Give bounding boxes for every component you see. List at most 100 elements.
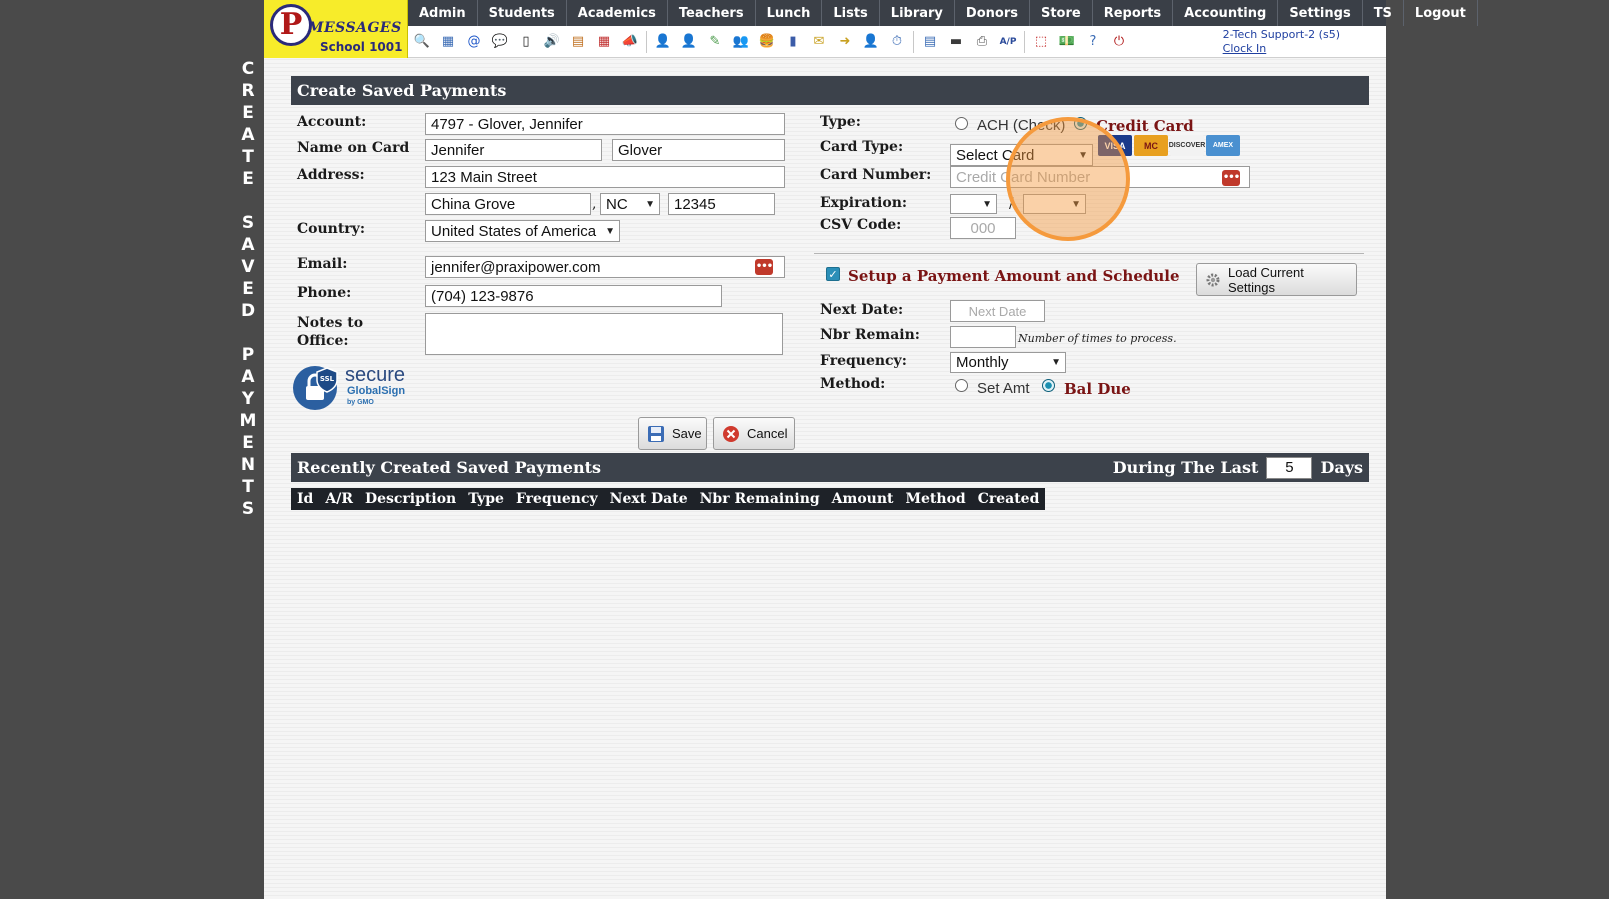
amex-logo-icon: AMEX — [1206, 135, 1240, 156]
column-header-amount[interactable]: Amount — [826, 491, 900, 507]
notes-textarea[interactable] — [425, 313, 783, 355]
column-header-nbr-remaining[interactable]: Nbr Remaining — [694, 491, 826, 507]
days-input[interactable]: 5 — [1266, 456, 1313, 479]
logo[interactable]: P MESSAGES School 1001 — [264, 0, 408, 58]
globalsign-text: GlobalSign — [347, 385, 405, 397]
printer-icon[interactable]: ⎙ — [972, 32, 992, 52]
ach-radio[interactable] — [955, 117, 968, 130]
card-number-options-icon[interactable]: ••• — [1222, 170, 1240, 186]
nav-item-lists[interactable]: Lists — [822, 0, 880, 26]
megaphone-icon[interactable]: 📣 — [620, 32, 640, 52]
last-name-field[interactable]: Glover — [612, 139, 785, 161]
toolbar-separator — [646, 30, 647, 53]
calendar-icon[interactable]: ▦ — [594, 32, 614, 52]
card-number-input[interactable]: Credit Card Number — [950, 166, 1250, 188]
nav-item-accounting[interactable]: Accounting — [1173, 0, 1279, 26]
setup-schedule-checkbox[interactable]: ✓ — [826, 267, 840, 281]
nav-item-donors[interactable]: Donors — [955, 0, 1030, 26]
ap-icon[interactable]: A/P — [998, 32, 1018, 52]
state-select[interactable]: NC ▼ — [600, 193, 660, 215]
cancel-button[interactable]: Cancel — [713, 417, 795, 450]
phone-label: Phone: — [297, 285, 352, 301]
nbr-remain-input[interactable] — [950, 326, 1016, 348]
power-icon[interactable]: ⏻ — [1109, 32, 1129, 52]
grid-icon[interactable]: ▤ — [920, 32, 940, 52]
pencil-icon[interactable]: ✎ — [705, 32, 725, 52]
country-select[interactable]: United States of America ▼ — [425, 220, 620, 242]
user-name: 2-Tech Support-2 (s5) — [1222, 28, 1340, 41]
coupon-icon[interactable]: ✉ — [809, 32, 829, 52]
bal-due-radio-label: Bal Due — [1064, 380, 1131, 398]
method-label: Method: — [820, 376, 886, 392]
phone-field[interactable]: (704) 123-9876 — [425, 285, 722, 307]
nav-item-academics[interactable]: Academics — [567, 0, 668, 26]
csv-code-input[interactable]: 000 — [950, 217, 1016, 239]
person-icon[interactable]: 👤 — [861, 32, 881, 52]
lunch-icon[interactable]: 🍔 — [757, 32, 777, 52]
phone-icon[interactable]: ▯ — [516, 32, 536, 52]
column-header-a-r[interactable]: A/R — [319, 491, 359, 507]
credit-card-radio[interactable] — [1074, 117, 1087, 130]
book-icon[interactable]: ▮ — [783, 32, 803, 52]
expiration-year-select[interactable]: ▼ — [1023, 194, 1086, 214]
first-name-field[interactable]: Jennifer — [425, 139, 602, 161]
column-header-type[interactable]: Type — [462, 491, 510, 507]
days-label: Days — [1320, 458, 1363, 477]
student-icon[interactable]: 👤 — [653, 32, 673, 52]
frequency-select[interactable]: Monthly ▼ — [950, 352, 1066, 373]
card-icon[interactable]: ▬ — [946, 32, 966, 52]
nav-item-logout[interactable]: Logout — [1404, 0, 1478, 26]
chevron-down-icon: ▼ — [982, 198, 992, 210]
load-current-settings-button[interactable]: Load Current Settings — [1196, 263, 1357, 296]
column-header-description[interactable]: Description — [359, 491, 462, 507]
side-title-letter: A — [241, 235, 255, 255]
side-title-letter: R — [241, 81, 255, 101]
side-title-letter: N — [240, 455, 256, 475]
newsletter-icon[interactable]: ▤ — [568, 32, 588, 52]
side-title-letter: M — [239, 411, 257, 431]
search-icon[interactable]: 🔍 — [412, 32, 432, 52]
column-header-id[interactable]: Id — [291, 491, 319, 507]
save-button[interactable]: Save — [638, 417, 707, 450]
side-title-letter: S — [241, 499, 255, 519]
export-icon[interactable]: ➜ — [835, 32, 855, 52]
bal-due-radio[interactable] — [1042, 379, 1055, 392]
account-field[interactable]: 4797 - Glover, Jennifer — [425, 113, 785, 135]
nav-item-lunch[interactable]: Lunch — [756, 0, 823, 26]
money-icon[interactable]: 💵 — [1057, 32, 1077, 52]
more-options-icon[interactable]: ••• — [755, 259, 773, 275]
nav-item-reports[interactable]: Reports — [1093, 0, 1174, 26]
pdf-icon[interactable]: ⬚ — [1031, 32, 1051, 52]
nav-item-admin[interactable]: Admin — [408, 0, 478, 26]
column-header-method[interactable]: Method — [900, 491, 972, 507]
clock-in-link[interactable]: Clock In — [1223, 42, 1340, 56]
nav-item-library[interactable]: Library — [880, 0, 955, 26]
column-header-next-date[interactable]: Next Date — [604, 491, 694, 507]
email-at-icon[interactable]: @ — [464, 32, 484, 52]
set-amt-radio[interactable] — [955, 379, 968, 392]
nav-item-ts[interactable]: TS — [1363, 0, 1404, 26]
card-type-select[interactable]: Select Card ▼ — [950, 144, 1093, 166]
zip-field[interactable]: 12345 — [668, 193, 775, 215]
group-icon[interactable]: 👥 — [731, 32, 751, 52]
nav-item-store[interactable]: Store — [1030, 0, 1093, 26]
expiration-separator: / — [1009, 196, 1014, 212]
table-icon[interactable]: ▦ — [438, 32, 458, 52]
expiration-month-select[interactable]: ▼ — [950, 194, 997, 214]
nav-item-settings[interactable]: Settings — [1278, 0, 1363, 26]
city-field[interactable]: China Grove — [425, 193, 591, 215]
nav-item-students[interactable]: Students — [478, 0, 567, 26]
nav-item-teachers[interactable]: Teachers — [668, 0, 756, 26]
email-field[interactable]: jennifer@praxipower.com — [425, 256, 785, 278]
next-date-input[interactable]: Next Date — [950, 300, 1045, 322]
help-icon[interactable]: ? — [1083, 32, 1103, 52]
teacher-icon[interactable]: 👤 — [679, 32, 699, 52]
account-label: Account: — [297, 114, 367, 130]
street-field[interactable]: 123 Main Street — [425, 166, 785, 188]
column-header-created[interactable]: Created — [972, 491, 1046, 507]
column-header-frequency[interactable]: Frequency — [510, 491, 604, 507]
chat-icon[interactable]: 💬 — [490, 32, 510, 52]
speaker-icon[interactable]: 🔊 — [542, 32, 562, 52]
side-title-letter: P — [241, 345, 255, 365]
clock-icon[interactable]: ⏱ — [887, 32, 907, 52]
